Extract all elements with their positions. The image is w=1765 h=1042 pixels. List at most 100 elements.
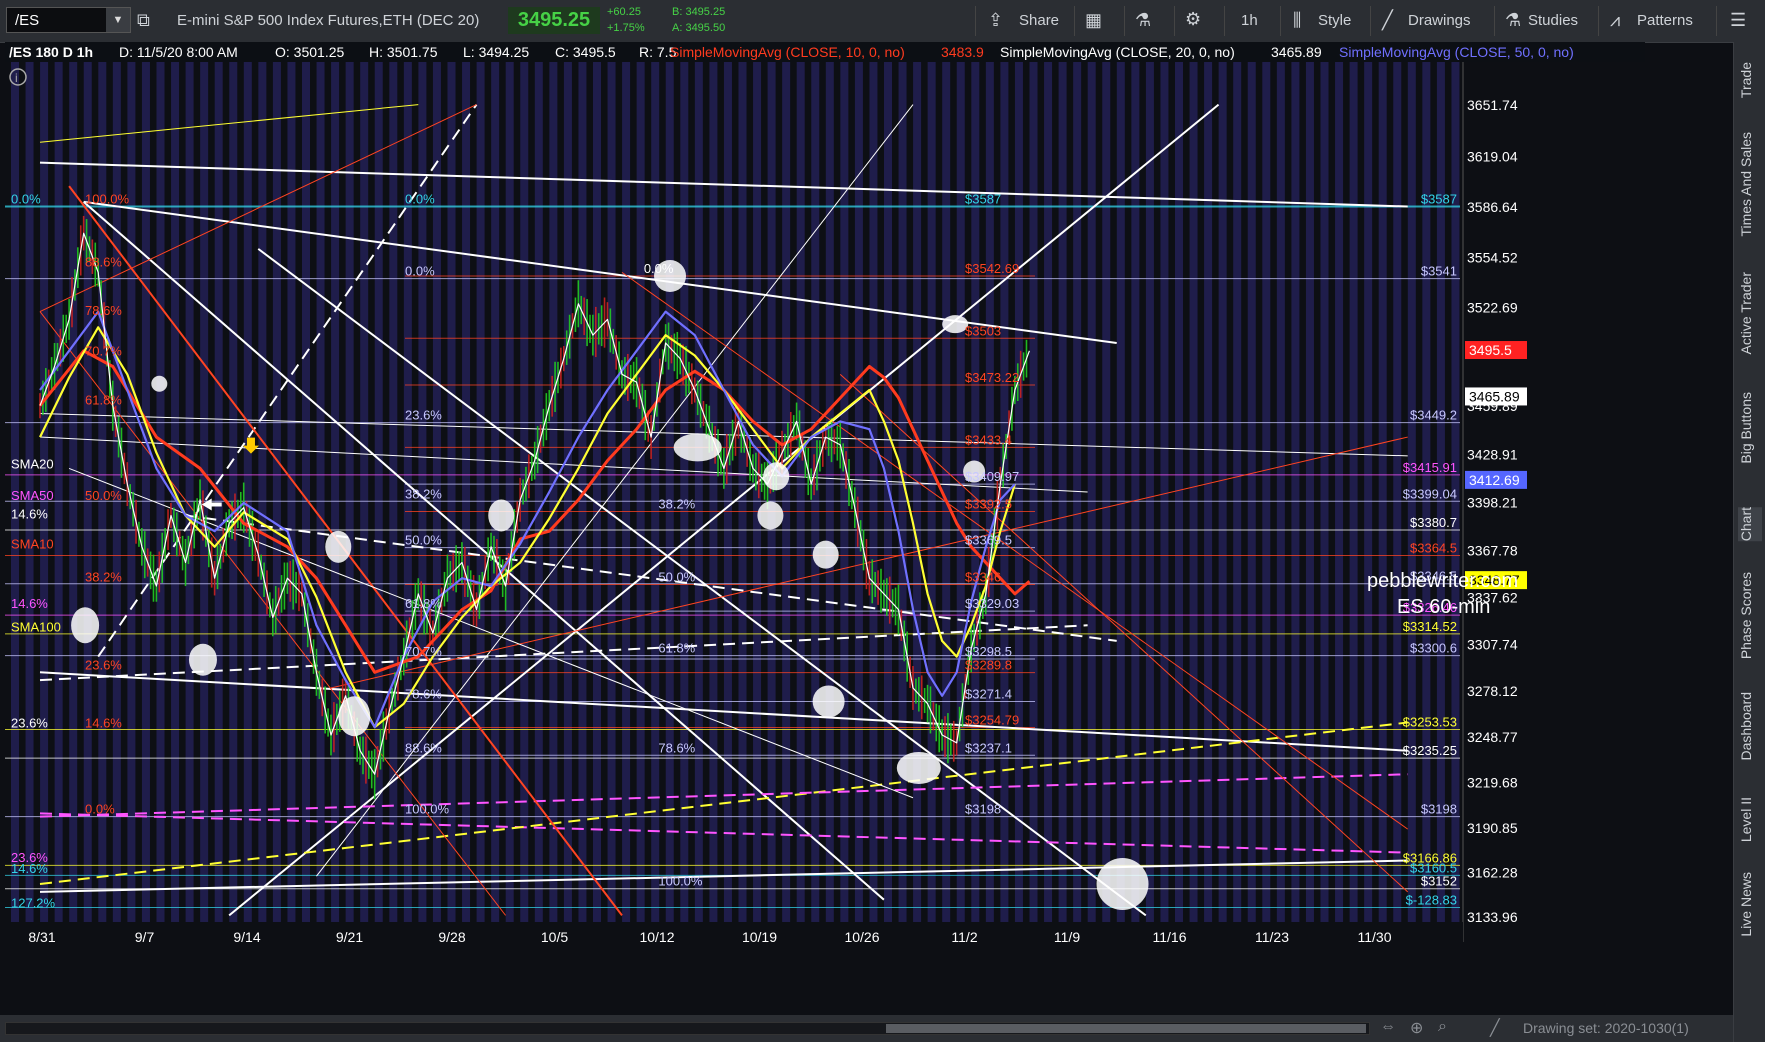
info-symbol-period: /ES 180 D 1h (9, 44, 93, 60)
pivot-marker (763, 462, 790, 491)
session-band (593, 62, 601, 922)
tab-dashboard[interactable]: Dashboard (1738, 692, 1762, 761)
candles-icon[interactable]: ⫼ (1293, 10, 1301, 31)
y-tick-label: 3133.96 (1467, 909, 1518, 925)
menu-icon[interactable]: ☰ (1730, 10, 1746, 31)
toolbar-divider (1124, 6, 1125, 36)
fib-center-label: $3289.8 (965, 658, 1012, 673)
left-level-label: SMA100 (11, 620, 61, 635)
tab-times-and-sales[interactable]: Times And Sales (1738, 132, 1762, 237)
drawings-button[interactable]: Drawings (1408, 12, 1471, 29)
pan-icon[interactable]: ⇔ (1380, 1018, 1396, 1036)
left-level-label: 50.0% (85, 488, 122, 503)
right-sidebar: Trade Times And Sales Active Trader Big … (1733, 42, 1765, 1042)
chevron-down-icon[interactable]: ▼ (106, 8, 130, 32)
session-band (360, 62, 369, 922)
session-band (476, 62, 485, 922)
date-axis: 8/31 9/7 9/14 9/21 9/28 10/5 10/12 10/19 10/26 11… (5, 922, 1463, 950)
x-tick-label: 11/23 (1255, 929, 1289, 945)
x-tick-label: 10/5 (541, 929, 568, 945)
fib-right-label: $3314.52 (1403, 619, 1457, 634)
tab-trade[interactable]: Trade (1738, 62, 1762, 98)
tab-live-news[interactable]: Live News (1738, 872, 1762, 937)
x-tick-label: 9/21 (336, 929, 363, 945)
pencil-icon[interactable]: ╱ (1382, 10, 1393, 31)
tab-big-buttons[interactable]: Big Buttons (1738, 392, 1762, 464)
session-band (54, 62, 63, 922)
tab-phase-scores[interactable]: Phase Scores (1738, 572, 1762, 659)
pivot-marker (71, 607, 100, 644)
flask-icon[interactable]: ⚗ (1135, 10, 1151, 31)
fib-center-label: $3237.1 (965, 740, 1012, 755)
tab-active-trader[interactable]: Active Trader (1738, 272, 1762, 354)
fib-right-label: $3152 (1421, 874, 1457, 889)
chart-canvas[interactable]: 0.0% $3587 $3587 $3542.69 0.0% $3541 $3503 $347… (5, 42, 1645, 992)
studies-icon[interactable]: ⚗ (1505, 10, 1521, 31)
left-level-label: 14.6% (11, 507, 48, 522)
interval-button[interactable]: 1h (1241, 12, 1258, 29)
session-band (1102, 62, 1111, 922)
tab-chart[interactable]: Chart (1738, 507, 1762, 542)
session-band (1014, 62, 1023, 922)
zoom-icon[interactable]: ⌕ (1438, 1018, 1447, 1036)
fib-right-label: $3300.6 (1410, 641, 1457, 656)
info-sma10-value: 3483.9 (941, 44, 984, 60)
session-band (1145, 62, 1154, 922)
symbol-selector[interactable]: /ES ▼ (6, 7, 131, 33)
price-chart[interactable]: 0.0% $3587 $3587 $3542.69 0.0% $3541 $3503 $347… (5, 42, 1645, 992)
x-tick-label: 11/9 (1054, 929, 1080, 945)
session-band (1233, 62, 1242, 922)
y-tick-label: 3428.91 (1467, 446, 1518, 462)
session-band (709, 62, 718, 922)
drawing-set-label: Drawing set: 2020-1030(1) (1523, 1020, 1689, 1036)
session-band (534, 62, 543, 922)
scrollbar-thumb[interactable] (886, 1024, 1366, 1033)
info-sma20-value: 3465.89 (1271, 44, 1322, 60)
fib-right-label: $3235.25 (1403, 743, 1457, 758)
info-sma20-label: SimpleMovingAvg (CLOSE, 20, 0, no) (1000, 44, 1235, 60)
patterns-icon[interactable]: ⩘ (1610, 10, 1620, 31)
ask-price: A: 3495.50 (672, 22, 726, 34)
fib-left-label: 0.0% (405, 264, 435, 279)
studies-button[interactable]: Studies (1528, 12, 1578, 29)
fib-right-label: $3380.7 (1410, 515, 1457, 530)
gear-icon[interactable]: ⚙ (1185, 9, 1201, 30)
left-level-label: 78.6% (85, 303, 122, 318)
y-tick-label: 3219.68 (1467, 775, 1518, 791)
session-band (389, 62, 398, 922)
symbol-description: E-mini S&P 500 Index Futures,ETH (DEC 20… (177, 12, 480, 29)
share-icon[interactable]: ⇪ (988, 10, 1003, 31)
fib-center-label: $3473.22 (965, 370, 1019, 385)
session-band (331, 62, 340, 922)
fib-pct-label: 38.2% (658, 497, 695, 512)
grid-icon[interactable]: ▦ (1085, 10, 1102, 31)
fib-center-label: $3409.97 (965, 469, 1019, 484)
fib-right-label: $3399.04 (1403, 486, 1457, 501)
toolbar-divider (1494, 6, 1495, 36)
y-tick-label: 3398.21 (1467, 495, 1518, 511)
pencil-icon[interactable]: ╱ (1490, 1018, 1500, 1038)
x-tick-label: 11/30 (1358, 929, 1392, 945)
x-tick-label: 10/12 (639, 929, 674, 945)
toolbar-divider (1074, 6, 1075, 36)
info-close: C: 3495.5 (555, 44, 616, 60)
fib-center-label: $3254.79 (965, 713, 1019, 728)
watermark-line2: ES 60-min (1397, 596, 1490, 618)
date-axis-background (5, 922, 1463, 950)
session-band (622, 62, 631, 922)
tab-level-ii[interactable]: Level II (1738, 797, 1762, 842)
share-button[interactable]: Share (1019, 12, 1059, 29)
link-icon[interactable]: ⧉ (137, 10, 150, 31)
toolbar-divider (1598, 6, 1599, 36)
session-band (840, 62, 849, 922)
session-band (1160, 62, 1169, 922)
session-band (680, 62, 689, 922)
x-tick-label: 9/7 (135, 929, 155, 945)
fib-left-label: 0.0% (405, 192, 435, 207)
info-high: H: 3501.75 (369, 44, 438, 60)
chart-scrollbar[interactable] (5, 1022, 1370, 1035)
crosshair-icon[interactable]: ⊕ (1410, 1018, 1423, 1038)
patterns-button[interactable]: Patterns (1637, 12, 1693, 29)
style-button[interactable]: Style (1318, 12, 1351, 29)
price-axis: 3651.743619.043586.643554.523522.693459.… (1462, 62, 1645, 942)
